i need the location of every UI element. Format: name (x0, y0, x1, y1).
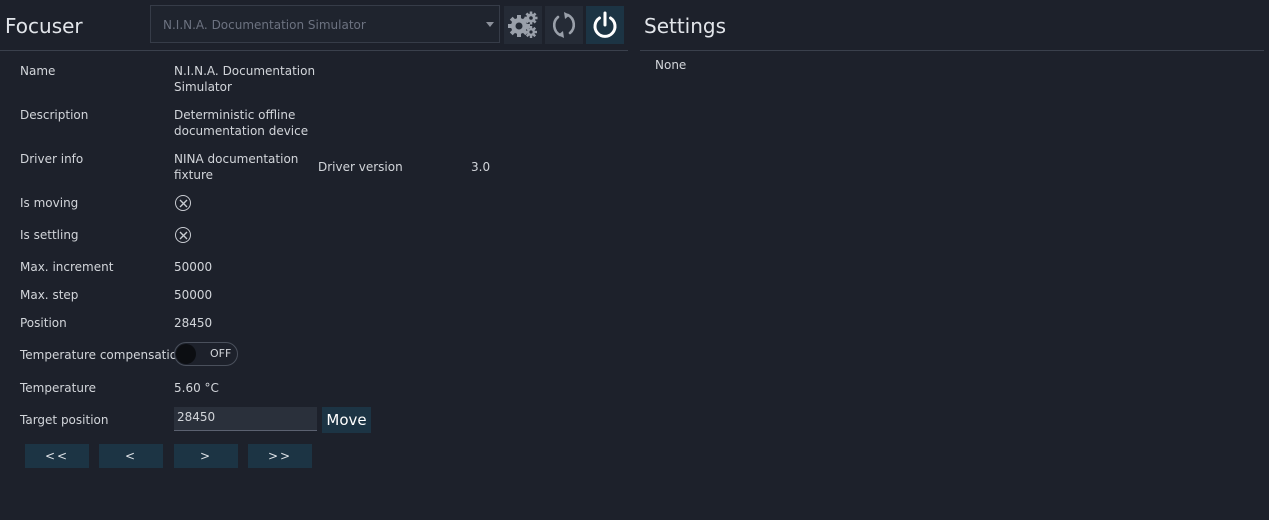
focuser-header-divider (0, 50, 628, 51)
target-position-label: Target position (20, 413, 109, 427)
driver-info-value-line2: fixture (174, 168, 214, 182)
focuser-title: Focuser (5, 14, 83, 38)
driver-info-value-line1: NINA documentation (174, 152, 299, 166)
name-label: Name (20, 64, 56, 78)
description-value-line1: Deterministic offline (174, 108, 296, 122)
step-forward-button[interactable]: > (174, 444, 238, 468)
position-label: Position (20, 316, 67, 330)
description-value: Deterministic offline documentation devi… (174, 107, 308, 139)
chevron-down-icon[interactable] (486, 22, 494, 27)
position-value: 28450 (174, 316, 213, 330)
device-settings-button[interactable] (504, 6, 542, 44)
close-circle-icon (175, 195, 191, 211)
description-label: Description (20, 108, 89, 122)
is-settling-label: Is settling (20, 228, 79, 242)
max-increment-label: Max. increment (20, 260, 114, 274)
toggle-knob (176, 344, 196, 364)
temperature-label: Temperature (20, 381, 97, 395)
gears-icon (508, 11, 538, 38)
refresh-icon (552, 12, 576, 38)
device-selector-value: N.I.N.A. Documentation Simulator (163, 18, 366, 32)
connect-button[interactable] (586, 6, 624, 44)
is-moving-label: Is moving (20, 196, 79, 210)
refresh-devices-button[interactable] (545, 6, 583, 44)
temp-comp-label: Temperature compensation (20, 348, 185, 362)
max-increment-value: 50000 (174, 260, 213, 274)
settings-header-divider (640, 50, 1264, 51)
name-value: N.I.N.A. Documentation Simulator (174, 63, 315, 95)
driver-version-label: Driver version (318, 160, 403, 174)
device-selector[interactable]: N.I.N.A. Documentation Simulator (150, 5, 500, 43)
settings-value: None (655, 58, 687, 72)
name-value-line1: N.I.N.A. Documentation (174, 64, 316, 78)
close-circle-icon (175, 227, 191, 243)
target-position-input[interactable]: 28450 (174, 407, 317, 431)
driver-info-label: Driver info (20, 152, 84, 166)
step-big-back-button[interactable]: << (25, 444, 89, 468)
temperature-value: 5.60 °C (174, 381, 219, 395)
driver-info-value: NINA documentation fixture (174, 151, 298, 183)
toggle-state: OFF (210, 347, 232, 360)
step-back-button[interactable]: < (99, 444, 163, 468)
driver-version-value: 3.0 (471, 160, 491, 174)
power-icon (593, 11, 617, 38)
name-value-line2: Simulator (174, 80, 232, 94)
temp-comp-toggle[interactable]: OFF (174, 342, 238, 366)
settings-title: Settings (644, 14, 727, 38)
move-button[interactable]: Move (322, 407, 371, 433)
max-step-label: Max. step (20, 288, 79, 302)
step-big-forward-button[interactable]: >> (248, 444, 312, 468)
max-step-value: 50000 (174, 288, 213, 302)
description-value-line2: documentation device (174, 124, 309, 138)
